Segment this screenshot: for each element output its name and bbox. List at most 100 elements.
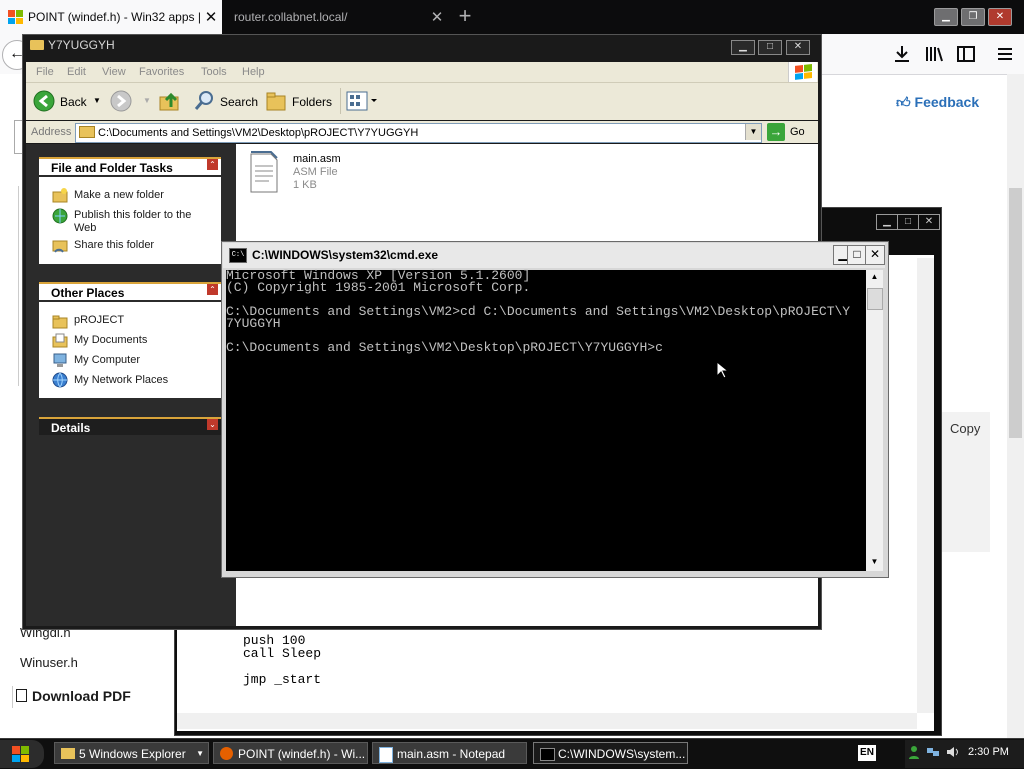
forward-button[interactable] [110,90,132,112]
share-folder-link[interactable]: Share this folder [74,239,154,252]
close-button[interactable]: ✕ [786,40,810,55]
notepad-code: push 100 call Sleep jmp _start [243,633,322,687]
taskbar-item-notepad[interactable]: main.asm - Notepad [372,742,527,764]
download-pdf-link[interactable]: Download PDF [16,688,131,704]
share-folder-icon [52,237,68,253]
forward-dropdown-icon[interactable]: ▼ [143,96,151,105]
window-title: Y7YUGGYH [48,38,115,52]
browser-tab-windef[interactable]: POINT (windef.h) - Win32 apps | M ✕ [0,0,222,34]
browser-tab-router[interactable]: router.collabnet.local/ ✕ [224,0,448,34]
network-places-icon [52,372,68,388]
maximize-button[interactable]: □ [758,40,782,55]
place-my-documents-link[interactable]: My Documents [74,334,147,347]
scroll-thumb[interactable] [867,288,883,310]
taskbar-item-explorer[interactable]: 5 Windows Explorer ▼ [54,742,209,764]
collapse-icon[interactable]: ⌃ [207,284,218,295]
cmd-icon [540,748,555,761]
search-icon[interactable] [193,90,215,112]
notepad-horizontal-scrollbar[interactable] [177,713,917,729]
taskbar-item-cmd[interactable]: C:\WINDOWS\system... [533,742,688,764]
new-tab-icon[interactable]: + [450,0,480,34]
my-computer-icon [52,352,68,368]
maximize-button[interactable]: □ [897,214,919,230]
expand-icon[interactable]: ⌄ [207,419,218,430]
menu-favorites[interactable]: Favorites [139,66,184,78]
speaker-icon[interactable] [946,746,960,758]
up-folder-icon[interactable] [158,89,182,113]
cmd-title: C:\WINDOWS\system32\cmd.exe [252,248,439,262]
address-label: Address [31,126,72,138]
sidebar-icon[interactable] [953,42,979,66]
folders-icon[interactable] [265,90,287,112]
download-pdf-label: Download PDF [32,688,131,704]
my-documents-icon [52,332,68,348]
library-icon[interactable] [921,42,947,66]
file-name[interactable]: main.asm [293,153,341,165]
menu-tools[interactable]: Tools [201,66,227,78]
divider [12,686,13,708]
console-output: Microsoft Windows XP [Version 5.1.2600] … [226,268,851,355]
user-icon[interactable] [908,745,920,759]
cmd-icon: C:\ [229,248,247,263]
feedback-link[interactable]: 👍︎ Feedback [896,94,979,111]
address-dropdown-icon[interactable]: ▼ [745,124,761,140]
file-size: 1 KB [293,179,317,191]
go-button[interactable]: Go [790,126,805,138]
publish-folder-link[interactable]: Publish this folder to the Web [74,209,214,235]
place-network-link[interactable]: My Network Places [74,374,168,387]
start-button[interactable] [0,740,44,768]
taskbar-item-label: POINT (windef.h) - Wi... [238,747,366,761]
place-project-link[interactable]: pROJECT [74,314,124,327]
scroll-up-icon[interactable]: ▲ [868,272,881,284]
folder-icon [52,313,68,329]
network-icon[interactable] [926,746,940,758]
search-button[interactable]: Search [220,95,258,109]
menu-view[interactable]: View [102,66,126,78]
close-tab-icon[interactable]: ✕ [426,8,448,26]
group-dropdown-icon: ▼ [196,749,204,758]
copy-button[interactable]: Copy [950,421,980,436]
page-scrollbar[interactable] [1007,74,1024,738]
folder-icon [61,748,75,759]
close-button[interactable]: ✕ [865,245,885,265]
file-type: ASM File [293,166,338,178]
firefox-icon [220,747,233,760]
taskbar-item-label: 5 Windows Explorer [79,747,186,761]
console-scrollbar[interactable]: ▲ ▼ [866,270,883,571]
details-header[interactable]: Details [39,417,221,435]
close-tab-icon[interactable]: ✕ [200,8,222,26]
other-places-header[interactable]: Other Places [39,282,221,300]
file-tasks-header[interactable]: File and Folder Tasks [39,157,221,175]
download-icon[interactable] [889,42,915,66]
minimize-button[interactable]: ▁ [876,214,898,230]
go-arrow-icon[interactable]: → [767,123,785,141]
close-button[interactable]: ✕ [918,214,940,230]
notepad-vertical-scrollbar[interactable] [917,258,934,713]
scroll-down-icon[interactable]: ▼ [868,557,881,569]
windows-logo-icon [12,746,29,762]
back-dropdown-icon[interactable]: ▼ [93,96,101,105]
folders-button[interactable]: Folders [292,95,332,109]
menu-help[interactable]: Help [242,66,265,78]
collapse-icon[interactable]: ⌃ [207,159,218,170]
menu-edit[interactable]: Edit [67,66,86,78]
sidebar-link-winuser[interactable]: Winuser.h [20,655,78,670]
maximize-button[interactable]: ❐ [961,8,985,26]
notepad-icon [379,747,393,763]
minimize-button[interactable]: ▁ [731,40,755,55]
language-indicator[interactable]: EN [858,745,876,761]
document-icon [16,689,27,702]
views-icon[interactable] [346,91,378,111]
taskbar-item-firefox[interactable]: POINT (windef.h) - Wi... [213,742,368,764]
sidebar-divider [18,186,19,386]
place-my-computer-link[interactable]: My Computer [74,354,140,367]
other-places-title: Other Places [51,286,125,300]
minimize-button[interactable]: ▁ [934,8,958,26]
make-new-folder-link[interactable]: Make a new folder [74,189,164,202]
asm-file-icon[interactable] [248,150,280,194]
menu-file[interactable]: File [36,66,54,78]
maximize-button[interactable]: □ [847,245,867,265]
close-button[interactable]: ✕ [988,8,1012,26]
menu-icon[interactable] [992,42,1018,66]
back-button[interactable] [33,90,55,112]
